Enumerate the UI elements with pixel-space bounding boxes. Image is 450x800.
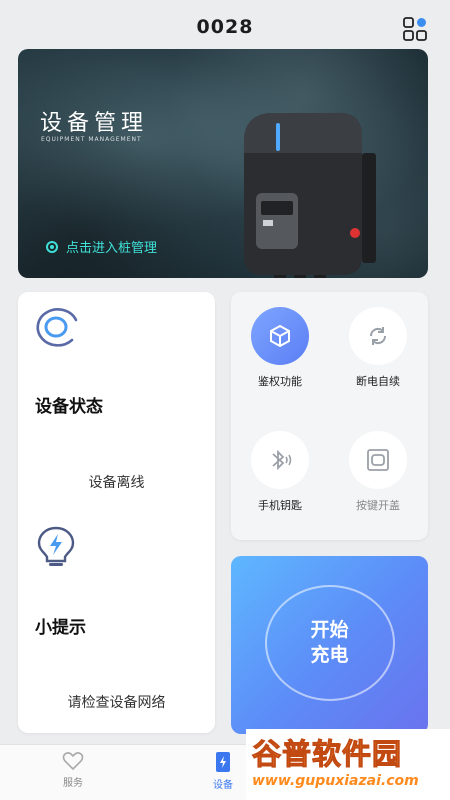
heart-icon bbox=[62, 752, 84, 771]
target-dot-icon bbox=[46, 240, 58, 253]
cube-icon bbox=[270, 324, 290, 348]
power-resume-button[interactable]: 断电自续 bbox=[333, 307, 423, 389]
bluetooth-icon bbox=[272, 449, 292, 471]
device-icon bbox=[216, 752, 230, 772]
device-status-card: 设备状态 设备离线 小提示 请检查设备网络 bbox=[18, 292, 215, 733]
tip-title: 小提示 bbox=[35, 618, 86, 638]
tab-device-label: 设备 bbox=[213, 780, 233, 791]
start-charging-line2: 充电 bbox=[310, 644, 349, 666]
button-lid-label: 按键开盖 bbox=[356, 499, 400, 512]
button-lid-button[interactable]: 按键开盖 bbox=[333, 431, 423, 513]
status-ring-icon bbox=[36, 308, 78, 347]
grid-menu-button[interactable] bbox=[402, 16, 428, 42]
pile-management-link[interactable]: 点击进入桩管理 bbox=[46, 237, 157, 256]
lightbulb-icon bbox=[37, 526, 75, 566]
banner-subtitle: EQUIPMENT MANAGEMENT bbox=[41, 136, 142, 143]
functions-card: 鉴权功能 断电自续 手机钥匙 按键开盖 bbox=[231, 292, 428, 540]
tab-service[interactable]: 服务 bbox=[43, 751, 103, 789]
watermark-text: 谷普软件园 bbox=[251, 737, 403, 772]
refresh-icon bbox=[369, 327, 387, 345]
tab-device[interactable]: 设备 bbox=[193, 751, 253, 791]
pile-management-label: 点击进入桩管理 bbox=[66, 241, 158, 256]
phone-key-label: 手机钥匙 bbox=[258, 499, 302, 512]
power-resume-circle bbox=[349, 307, 407, 365]
device-status-title: 设备状态 bbox=[35, 397, 103, 417]
start-charging-label: 开始 充电 bbox=[231, 618, 428, 668]
grid-icon bbox=[403, 17, 427, 41]
start-charging-button[interactable]: 开始 充电 bbox=[231, 556, 428, 734]
charger-image bbox=[244, 113, 376, 278]
device-status-value: 设备离线 bbox=[88, 475, 145, 491]
start-charging-line1: 开始 bbox=[310, 619, 349, 641]
banner-title: 设备管理 bbox=[40, 111, 149, 136]
tab-service-label: 服务 bbox=[63, 778, 83, 789]
phone-key-button[interactable]: 手机钥匙 bbox=[235, 431, 325, 513]
power-resume-label: 断电自续 bbox=[356, 375, 400, 388]
button-lid-circle bbox=[349, 431, 407, 489]
watermark: 谷普软件园 www.gupuxiazai.com bbox=[246, 729, 450, 800]
phone-key-circle bbox=[251, 431, 309, 489]
auth-function-circle bbox=[251, 307, 309, 365]
tip-value: 请检查设备网络 bbox=[67, 695, 166, 711]
equipment-banner[interactable]: 设备管理 EQUIPMENT MANAGEMENT 点击进入桩管理 bbox=[18, 49, 428, 278]
auth-function-button[interactable]: 鉴权功能 bbox=[235, 307, 325, 389]
top-bar: 0028 bbox=[0, 0, 450, 48]
watermark-url: www.gupuxiazai.com bbox=[252, 773, 419, 789]
lid-icon bbox=[367, 449, 389, 471]
device-title: 0028 bbox=[196, 16, 254, 38]
auth-function-label: 鉴权功能 bbox=[258, 375, 302, 388]
